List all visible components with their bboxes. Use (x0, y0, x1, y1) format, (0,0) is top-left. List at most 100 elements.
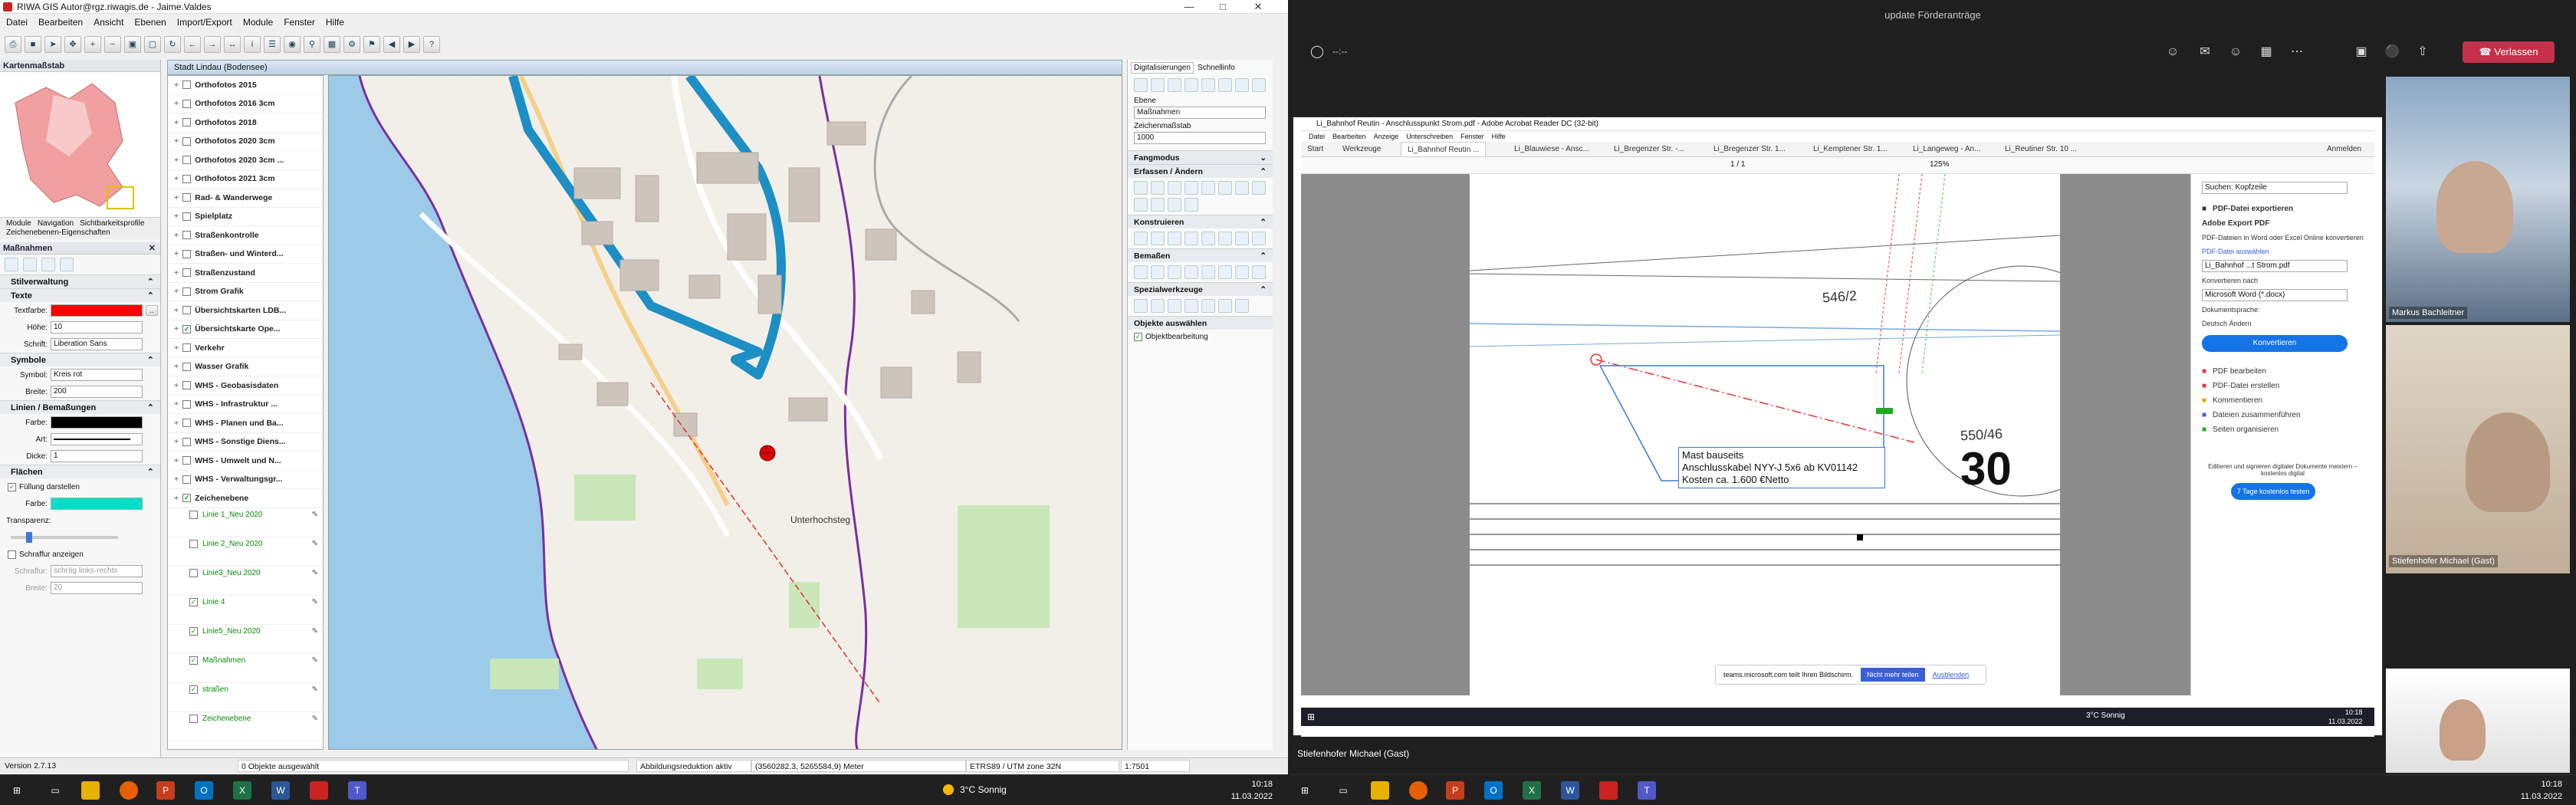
riwa-gis-icon[interactable] (1599, 781, 1618, 800)
annotation-textbox[interactable]: Mast bauseits Anschlusskabel NYY-J 5x6 a… (1678, 447, 1885, 488)
layer-item[interactable]: + WHS - Verwaltungsgr... (168, 471, 323, 489)
expand-icon[interactable]: + (174, 306, 179, 315)
participants-icon[interactable]: ☺ (2164, 43, 2182, 61)
pdf-viewer[interactable]: 546/2 550/46 30 Mast bauseits Anschlussk… (1301, 173, 2190, 695)
sublayer-item[interactable]: Zeichenebene ✎ (168, 712, 323, 741)
draw-symbol-icon[interactable] (1168, 181, 1181, 195)
expand-icon[interactable]: + (174, 156, 179, 165)
section-objekte-auswaehlen[interactable]: Objekte auswählen (1134, 317, 1207, 330)
collapse-icon[interactable]: ⌃ (147, 289, 154, 302)
acro-tab-langeweg[interactable]: Li_Langeweg - An... (1907, 142, 1986, 157)
acro-tab-start[interactable]: Start (1301, 142, 1329, 157)
task-view-icon[interactable]: ▭ (1334, 781, 1352, 800)
split-icon[interactable] (1184, 198, 1198, 212)
arrow-right-icon[interactable]: ▶ (403, 36, 420, 53)
construct-parallel-icon[interactable] (1134, 232, 1148, 245)
expand-icon[interactable]: + (174, 456, 179, 465)
leave-button[interactable]: ☎ Verlassen (2463, 41, 2555, 63)
settings-icon[interactable]: ⚙ (343, 36, 360, 53)
overview-map[interactable] (0, 72, 160, 218)
collapse-icon[interactable]: ⌃ (147, 401, 154, 414)
construct-offset-icon[interactable] (1218, 232, 1232, 245)
collapse-icon[interactable]: ⌃ (147, 353, 154, 366)
tab-navigation[interactable]: Navigation (38, 219, 74, 228)
special-tool5-icon[interactable] (1201, 299, 1215, 313)
stop-sharing-button[interactable]: Nicht mehr teilen (1861, 668, 1925, 682)
word-icon[interactable]: W (1561, 781, 1579, 800)
mic-icon[interactable]: ⚫ (2383, 43, 2401, 61)
sublayer-item[interactable]: ✓ Linie 4 ✎ (168, 596, 323, 625)
mirror-icon[interactable] (1168, 198, 1181, 212)
collapse-icon[interactable]: ⌃ (147, 465, 154, 478)
edit-pencil-icon[interactable]: ✎ (312, 685, 318, 694)
layer-checkbox[interactable] (182, 80, 192, 90)
back-icon[interactable]: ← (184, 36, 201, 53)
section-erfassen[interactable]: Erfassen / Ändern (1134, 165, 1203, 178)
section-flaechen[interactable]: Flächen (11, 465, 43, 478)
layer-checkbox[interactable] (182, 136, 192, 146)
more-icon[interactable]: ⋯ (2288, 43, 2306, 61)
expand-icon[interactable]: + (174, 437, 179, 446)
collapse-icon[interactable]: ⌃ (1260, 215, 1267, 228)
sublayer-checkbox[interactable]: ✓ (189, 685, 198, 694)
firefox-icon[interactable] (1409, 781, 1428, 800)
flag-icon[interactable]: ⚑ (363, 36, 380, 53)
section-bemassen[interactable]: Bemaßen (1134, 249, 1170, 262)
table-icon[interactable]: ▦ (324, 36, 340, 53)
dim-linear-icon[interactable] (1134, 265, 1148, 279)
layer-checkbox[interactable] (182, 419, 192, 428)
sublayer-checkbox[interactable]: ✓ (189, 626, 198, 636)
draw-rect-icon[interactable] (1201, 181, 1215, 195)
menu-fenster[interactable]: Fenster (284, 17, 315, 28)
sublayer-checkbox[interactable]: ✓ (189, 656, 198, 665)
dim-aligned-icon[interactable] (1151, 265, 1165, 279)
digitize-delete-icon[interactable] (1201, 78, 1215, 92)
sublayer-item[interactable]: Linie 2_Neu 2020 ✎ (168, 537, 323, 567)
layer-item[interactable]: + Straßenzustand (168, 264, 323, 283)
search-icon[interactable]: ⚲ (304, 36, 320, 53)
acro-tab-kemptener[interactable]: Li_Kemptener Str. 1... (1807, 142, 1894, 157)
tool-create-pdf[interactable]: PDF-Datei erstellen (2213, 382, 2279, 390)
word-icon[interactable]: W (271, 781, 290, 800)
scale-select[interactable]: 1000 (1134, 132, 1266, 144)
hatch-checkbox[interactable] (8, 550, 16, 559)
dim-angle-icon[interactable] (1184, 265, 1198, 279)
minimize-icon[interactable]: — (1178, 0, 1201, 14)
layer-checkbox[interactable] (182, 306, 192, 315)
section-spezialwerkzeuge[interactable]: Spezialwerkzeuge (1134, 283, 1203, 296)
acro-tab-bahnhof[interactable]: Li_Bahnhof Reutin ... (1401, 142, 1487, 157)
share-icon[interactable]: ⇧ (2413, 43, 2432, 61)
expand-icon[interactable]: + (174, 193, 179, 202)
layer-item[interactable]: + Übersichtskarten LDB... (168, 301, 323, 320)
rotate-icon[interactable] (1151, 198, 1165, 212)
sublayer-item[interactable]: ✓ Linie5_Neu 2020 ✎ (168, 625, 323, 654)
forward-icon[interactable]: → (204, 36, 221, 53)
fill-checkbox[interactable]: ✓ (8, 482, 16, 491)
format-select[interactable]: Microsoft Word (*.docx) (2202, 289, 2348, 301)
style-load-icon[interactable] (60, 258, 74, 271)
acro-tab-reutiner[interactable]: Li_Reutiner Str. 10 ... (1999, 142, 2083, 157)
acro-menu-hilfe[interactable]: Hilfe (1492, 133, 1506, 140)
save-icon[interactable]: ■ (25, 36, 41, 53)
font-select[interactable]: Liberation Sans (51, 338, 143, 350)
expand-icon[interactable]: + (174, 324, 179, 334)
digitize-move-icon[interactable] (1151, 78, 1165, 92)
collapse-icon[interactable]: ⌃ (1260, 249, 1267, 262)
pan-icon[interactable]: ✥ (64, 36, 81, 53)
layer-item[interactable]: + Strom Grafik (168, 283, 323, 301)
arrow-left-icon[interactable]: ◀ (383, 36, 400, 53)
more-button[interactable]: .. (146, 305, 158, 316)
close-icon[interactable]: ✕ (1247, 0, 1270, 14)
move-icon[interactable] (1252, 181, 1266, 195)
expand-icon[interactable]: + (174, 399, 179, 409)
layers-icon[interactable]: ☰ (264, 36, 281, 53)
style-new-icon[interactable] (5, 258, 18, 271)
rooms-icon[interactable]: ▦ (2257, 43, 2275, 61)
acro-menu-fenster[interactable]: Fenster (1460, 133, 1484, 140)
taskbar-time-left[interactable]: 10:18 (1227, 778, 1273, 790)
camera-icon[interactable]: ▣ (2352, 43, 2371, 61)
section-linien[interactable]: Linien / Bemaßungen (11, 401, 96, 414)
text-color-swatch[interactable] (51, 304, 143, 317)
expand-icon[interactable]: + (174, 212, 179, 221)
powerpoint-icon[interactable]: P (156, 781, 175, 800)
